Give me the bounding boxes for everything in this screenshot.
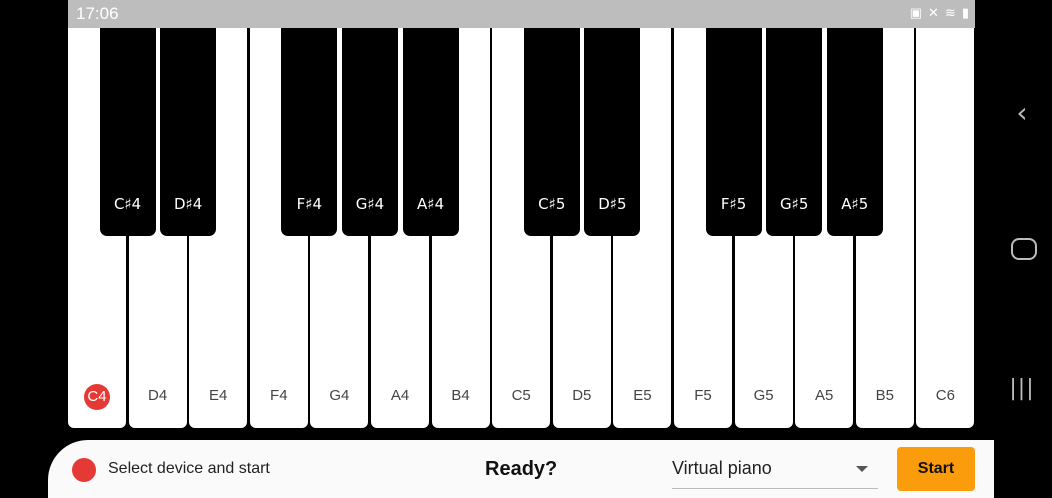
ready-label: Ready?	[485, 458, 558, 480]
start-button[interactable]: Start	[897, 447, 975, 491]
black-key-label: A♯4	[417, 195, 445, 213]
white-key-label: C4	[84, 384, 110, 410]
recents-icon[interactable]: |||	[1006, 376, 1038, 401]
sim-icon: ▣	[909, 5, 923, 20]
black-key-label: F♯5	[720, 195, 747, 213]
white-key-label: B4	[451, 387, 470, 404]
device-status-text: Select device and start	[108, 460, 270, 477]
black-key-label: A♯5	[841, 195, 869, 213]
status-bar: 17:06 ▣ ✕ ≋ ▮	[68, 0, 975, 28]
black-key-label: G♯4	[355, 195, 385, 213]
black-key-dsharp4[interactable]: D♯4	[160, 0, 217, 236]
black-key-gsharp5[interactable]: G♯5	[766, 0, 823, 236]
white-key-label: G4	[329, 387, 350, 404]
white-key-label: D4	[148, 387, 168, 404]
white-key-label: C5	[511, 387, 531, 404]
white-key-label: C6	[935, 387, 955, 404]
black-key-label: C♯4	[113, 195, 142, 213]
white-key-label: E5	[633, 387, 652, 404]
piano-keyboard: C4 D4 E4 F4 G4 A4 B4 C5 D5 E5 F5 G5 A5 B5 C6 C♯4 D♯4 F♯4 G…	[68, 0, 975, 428]
white-key-label: E4	[209, 387, 228, 404]
black-key-label: F♯4	[296, 195, 323, 213]
record-status-icon	[72, 458, 96, 482]
mute-icon: ✕	[928, 5, 939, 20]
black-key-fsharp4[interactable]: F♯4	[281, 0, 338, 236]
white-key-label: F5	[694, 387, 712, 404]
status-time: 17:06	[76, 4, 119, 23]
white-key-label: A4	[390, 387, 410, 404]
black-key-label: D♯5	[598, 195, 627, 213]
wifi-icon: ≋	[944, 5, 956, 20]
black-key-label: G♯5	[779, 195, 809, 213]
black-key-csharp4[interactable]: C♯4	[99, 0, 156, 236]
input-device-select[interactable]: Virtual piano	[672, 448, 878, 489]
input-device-value: Virtual piano	[672, 458, 772, 478]
black-key-asharp5[interactable]: A♯5	[826, 0, 883, 236]
black-key-csharp5[interactable]: C♯5	[523, 0, 580, 236]
white-key-label: B5	[875, 387, 894, 404]
black-key-asharp4[interactable]: A♯4	[402, 0, 459, 236]
black-key-dsharp5[interactable]: D♯5	[584, 0, 641, 236]
black-key-label: C♯5	[538, 195, 566, 213]
status-icons: ▣ ✕ ≋ ▮	[910, 5, 969, 21]
battery-icon: ▮	[961, 5, 969, 20]
black-key-fsharp5[interactable]: F♯5	[705, 0, 762, 236]
white-key-c6[interactable]: C6	[916, 0, 975, 428]
back-icon[interactable]: ‹	[1006, 96, 1038, 129]
white-key-label: G5	[753, 387, 774, 404]
white-key-label: A5	[815, 387, 834, 404]
white-key-label: D5	[572, 387, 592, 404]
bottom-bar: Select device and start Ready? Virtual p…	[48, 440, 994, 498]
white-key-label: F4	[270, 387, 288, 404]
dropdown-caret-icon	[856, 466, 868, 472]
home-icon[interactable]	[1011, 238, 1037, 260]
black-key-label: D♯4	[174, 195, 203, 213]
black-key-gsharp4[interactable]: G♯4	[342, 0, 398, 236]
